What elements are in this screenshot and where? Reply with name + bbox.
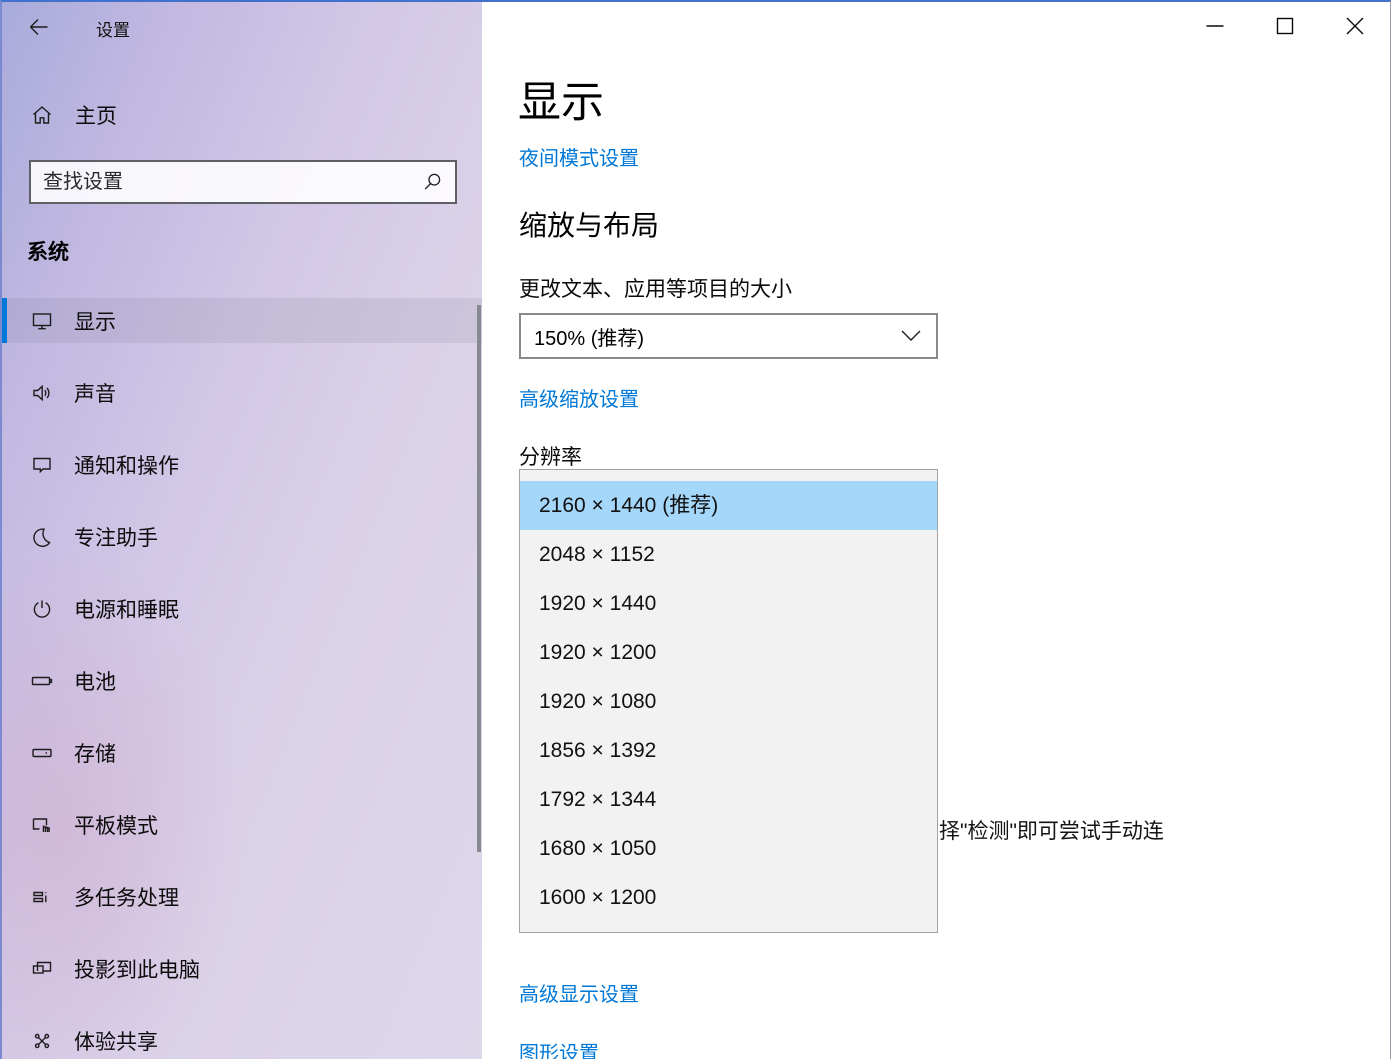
scale-field-label: 更改文本、应用等项目的大小	[519, 273, 792, 303]
display-icon	[30, 309, 54, 333]
maximize-icon	[1276, 17, 1294, 35]
search-input[interactable]	[31, 171, 421, 194]
resolution-option[interactable]: 1600 × 1200	[520, 873, 937, 922]
focus-assist-icon	[30, 525, 54, 549]
sidebar-item-home[interactable]: 主页	[2, 96, 482, 134]
sidebar-item-label: 体验共享	[74, 1026, 158, 1056]
close-button[interactable]	[1320, 2, 1390, 50]
multitasking-icon	[30, 885, 54, 909]
back-button[interactable]	[24, 12, 54, 42]
main-content: 显示 夜间模式设置 缩放与布局 更改文本、应用等项目的大小 150% (推荐) …	[482, 2, 1390, 1059]
scale-layout-heading: 缩放与布局	[519, 204, 659, 244]
sidebar-item-notifications[interactable]: 通知和操作	[2, 442, 482, 487]
back-arrow-icon	[27, 15, 51, 39]
page-title: 显示	[518, 80, 604, 127]
sidebar-item-display[interactable]: 显示	[2, 298, 482, 343]
sidebar-item-label: 显示	[74, 306, 116, 336]
sidebar-item-storage[interactable]: 存储	[2, 730, 482, 775]
sidebar-item-label: 专注助手	[74, 522, 158, 552]
sidebar-item-tablet-mode[interactable]: 平板模式	[2, 802, 482, 847]
minimize-icon	[1206, 17, 1224, 35]
battery-icon	[30, 669, 54, 693]
advanced-display-settings-link[interactable]: 高级显示设置	[519, 978, 639, 1007]
minimize-button[interactable]	[1180, 2, 1250, 50]
clipped-paragraph-text: 择"检测"即可尝试手动连	[939, 815, 1164, 845]
tablet-mode-icon	[30, 813, 54, 837]
sidebar-nav-list: 显示声音通知和操作专注助手电源和睡眠电池存储平板模式多任务处理投影到此电脑体验共…	[2, 298, 482, 1059]
resolution-option[interactable]: 1680 × 1050	[520, 824, 937, 873]
resolution-field-label: 分辨率	[519, 441, 582, 471]
sidebar-item-label: 电池	[74, 666, 116, 696]
search-box	[29, 160, 457, 204]
sidebar-item-label: 通知和操作	[74, 450, 179, 480]
night-light-settings-link[interactable]: 夜间模式设置	[519, 142, 639, 171]
home-icon	[30, 103, 54, 127]
sidebar-item-shared-experiences[interactable]: 体验共享	[2, 1018, 482, 1059]
resolution-option[interactable]: 2048 × 1152	[520, 530, 937, 579]
sidebar-section-heading: 系统	[27, 236, 69, 266]
search-icon	[421, 171, 443, 193]
sidebar-item-label: 电源和睡眠	[74, 594, 179, 624]
sidebar-item-label: 平板模式	[74, 810, 158, 840]
chevron-down-icon	[901, 330, 921, 342]
close-icon	[1346, 17, 1364, 35]
sidebar-item-label: 存储	[74, 738, 116, 768]
sidebar: 设置 主页 系统 显示声音通知和操作专注助手电源和睡眠电池存储平板模式多任务处理…	[2, 2, 482, 1059]
power-sleep-icon	[30, 597, 54, 621]
sidebar-item-power-sleep[interactable]: 电源和睡眠	[2, 586, 482, 631]
advanced-scaling-link[interactable]: 高级缩放设置	[519, 383, 639, 412]
graphics-settings-link[interactable]: 图形设置	[519, 1037, 599, 1059]
resolution-option[interactable]: 1920 × 1200	[520, 628, 937, 677]
sidebar-scrollbar[interactable]	[477, 305, 481, 852]
maximize-button[interactable]	[1250, 2, 1320, 50]
sound-icon	[30, 381, 54, 405]
resolution-option[interactable]: 1856 × 1392	[520, 726, 937, 775]
sidebar-item-projecting[interactable]: 投影到此电脑	[2, 946, 482, 991]
settings-window: 设置 主页 系统 显示声音通知和操作专注助手电源和睡眠电池存储平板模式多任务处理…	[0, 0, 1391, 1059]
resolution-option[interactable]: 1920 × 1440	[520, 579, 937, 628]
resolution-option[interactable]: 1792 × 1344	[520, 775, 937, 824]
caption-buttons	[1180, 2, 1390, 50]
resolution-listbox: 2160 × 1440 (推荐)2048 × 11521920 × 144019…	[519, 469, 938, 933]
home-label: 主页	[75, 100, 117, 130]
sidebar-item-label: 声音	[74, 378, 116, 408]
sidebar-item-label: 投影到此电脑	[74, 954, 200, 984]
scale-dropdown-value: 150% (推荐)	[521, 322, 901, 351]
projecting-icon	[30, 957, 54, 981]
resolution-option[interactable]: 1920 × 1080	[520, 677, 937, 726]
sidebar-item-multitasking[interactable]: 多任务处理	[2, 874, 482, 919]
app-title: 设置	[96, 16, 130, 41]
sidebar-item-label: 多任务处理	[74, 882, 179, 912]
notifications-icon	[30, 453, 54, 477]
sidebar-item-battery[interactable]: 电池	[2, 658, 482, 703]
shared-experiences-icon	[30, 1029, 54, 1053]
sidebar-item-focus-assist[interactable]: 专注助手	[2, 514, 482, 559]
storage-icon	[30, 741, 54, 765]
titlebar-left: 设置	[2, 2, 482, 50]
scale-dropdown[interactable]: 150% (推荐)	[519, 313, 938, 359]
sidebar-item-sound[interactable]: 声音	[2, 370, 482, 415]
resolution-option[interactable]: 2160 × 1440 (推荐)	[520, 481, 937, 530]
